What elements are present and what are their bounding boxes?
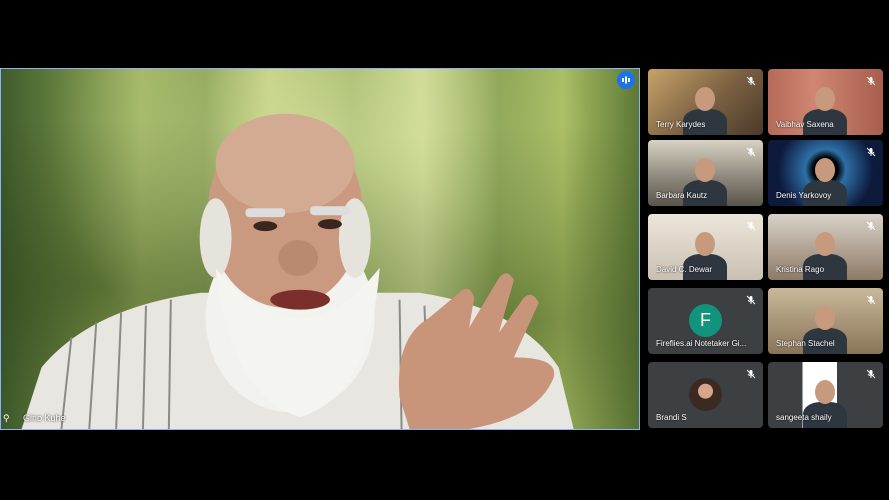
participant-name: Denis Yarkovoy [776,191,832,200]
participant-video [695,87,715,111]
participant-video [815,87,835,111]
participant-tile[interactable]: Terry Karydes [648,69,763,135]
participant-name: Stephan Stachel [776,339,835,348]
participant-video [695,232,715,256]
participant-name: David C. Dewar [656,265,713,274]
participant-video [695,158,715,182]
participant-name: sangeeta shaily [776,413,832,422]
participant-name: Terry Karydes [656,120,706,129]
participant-tile[interactable]: Brandi S [648,362,763,428]
participant-name: Vaibhav Saxena [776,120,834,129]
participant-video [815,380,835,404]
participant-video [815,306,835,330]
participant-tile[interactable]: Kristina Rago [768,214,883,280]
participant-avatar: F [689,304,722,337]
main-speaker-tile[interactable]: ⚲ Gino Kuhe [0,68,640,430]
mic-off-icon [746,218,756,231]
mic-off-icon [866,366,876,379]
participant-tile[interactable]: F Fireflies.ai Notetaker Gi... [648,288,763,354]
participant-avatar [689,378,722,411]
participant-video [815,158,835,182]
participant-name: Fireflies.ai Notetaker Gi... [656,339,747,348]
mic-off-icon [866,144,876,157]
audio-active-icon[interactable] [617,71,635,89]
participant-tile[interactable]: Denis Yarkovoy [768,140,883,206]
pin-icon[interactable]: ⚲ [3,413,10,424]
participant-tile[interactable]: sangeeta shaily [768,362,883,428]
participant-video [815,232,835,256]
speaker-video [21,113,574,429]
participant-name: Brandi S [656,413,687,422]
mic-off-icon [746,73,756,86]
participant-tile[interactable]: Vaibhav Saxena [768,69,883,135]
participant-name: Kristina Rago [776,265,825,274]
mic-off-icon [746,144,756,157]
participant-tile[interactable]: Stephan Stachel [768,288,883,354]
participant-tile[interactable]: Barbara Kautz [648,140,763,206]
speaker-name: Gino Kuhe [23,413,66,423]
mic-off-icon [746,292,756,305]
participant-tile[interactable]: David C. Dewar [648,214,763,280]
participant-name: Barbara Kautz [656,191,708,200]
mic-off-icon [866,73,876,86]
mic-off-icon [866,292,876,305]
mic-off-icon [746,366,756,379]
mic-off-icon [866,218,876,231]
